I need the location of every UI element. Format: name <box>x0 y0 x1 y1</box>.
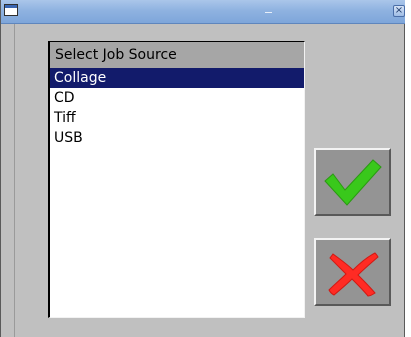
close-button[interactable]: × <box>393 5 405 17</box>
list-item-tiff[interactable]: Tiff <box>50 108 304 128</box>
list-item-collage[interactable]: Collage <box>50 68 304 88</box>
window-inner-divider <box>14 24 15 337</box>
list-header: Select Job Source <box>50 42 304 68</box>
job-source-list-panel: Select Job Source Collage CD Tiff USB <box>48 41 305 318</box>
cross-icon <box>325 247 381 297</box>
job-source-dialog-window: × Select Job Source Collage CD Tiff USB <box>0 0 405 337</box>
close-icon: × <box>394 5 404 16</box>
window-icon[interactable] <box>4 4 18 16</box>
list-item-usb[interactable]: USB <box>50 128 304 148</box>
window-title-bar[interactable]: × <box>1 0 405 24</box>
cancel-button[interactable] <box>314 238 391 306</box>
confirm-button[interactable] <box>314 148 391 216</box>
job-source-list: Collage CD Tiff USB <box>50 68 304 148</box>
list-item-cd[interactable]: CD <box>50 88 304 108</box>
titlebar-marker <box>265 12 272 13</box>
checkmark-icon <box>323 156 383 208</box>
